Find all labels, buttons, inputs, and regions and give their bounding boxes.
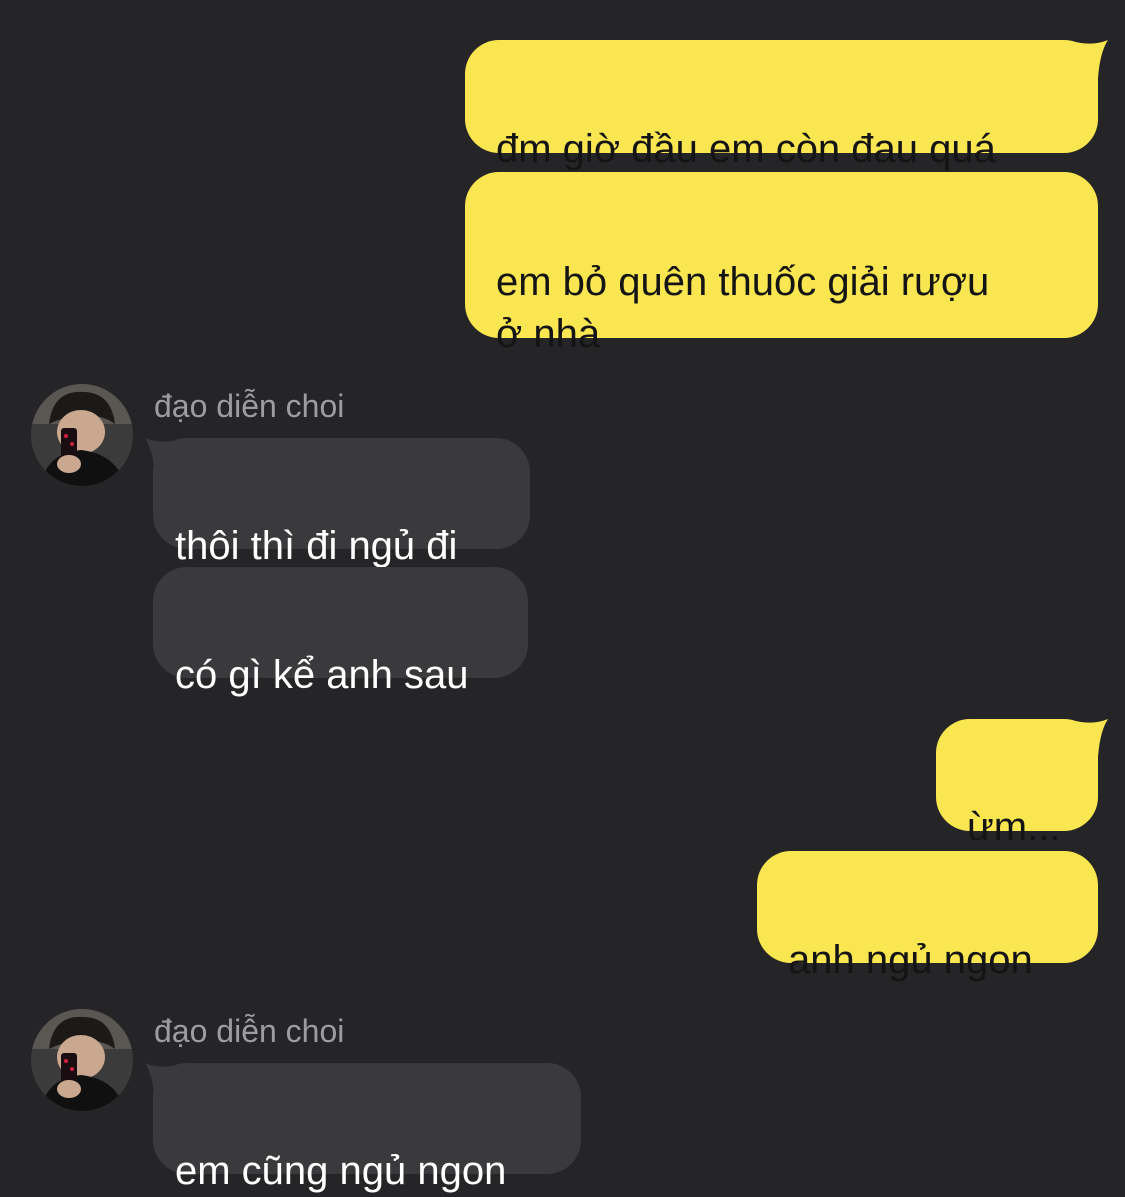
outgoing-message-bubble[interactable]: em bỏ quên thuốc giải rượu ở nhà bbox=[465, 172, 1098, 356]
incoming-message-bubble[interactable]: em cũng ngủ ngon bbox=[153, 1063, 581, 1193]
sender-name: đạo diễn choi bbox=[154, 1013, 345, 1049]
message-text: có gì kể anh sau bbox=[175, 653, 469, 697]
message-text: đm giờ đầu em còn đau quá bbox=[496, 127, 996, 171]
message-text: anh ngủ ngon bbox=[788, 938, 1033, 982]
message-text: em bỏ quên thuốc giải rượu ở nhà bbox=[496, 260, 990, 356]
message-text: em cũng ngủ ngon bbox=[175, 1149, 507, 1193]
incoming-message-bubble[interactable]: thôi thì đi ngủ đi bbox=[153, 438, 530, 568]
contact-avatar[interactable] bbox=[31, 384, 133, 486]
outgoing-message-bubble[interactable]: anh ngủ ngon bbox=[757, 851, 1098, 982]
contact-avatar[interactable] bbox=[31, 1009, 133, 1111]
profile-photo-icon bbox=[31, 1009, 133, 1111]
sender-name: đạo diễn choi bbox=[154, 388, 345, 424]
outgoing-message-bubble[interactable]: ừm... bbox=[936, 719, 1098, 849]
incoming-message-bubble[interactable]: có gì kể anh sau bbox=[153, 567, 528, 697]
message-text: ừm... bbox=[967, 805, 1061, 849]
message-text: thôi thì đi ngủ đi bbox=[175, 524, 458, 568]
outgoing-message-bubble[interactable]: đm giờ đầu em còn đau quá bbox=[465, 40, 1098, 171]
profile-photo-icon bbox=[31, 384, 133, 486]
